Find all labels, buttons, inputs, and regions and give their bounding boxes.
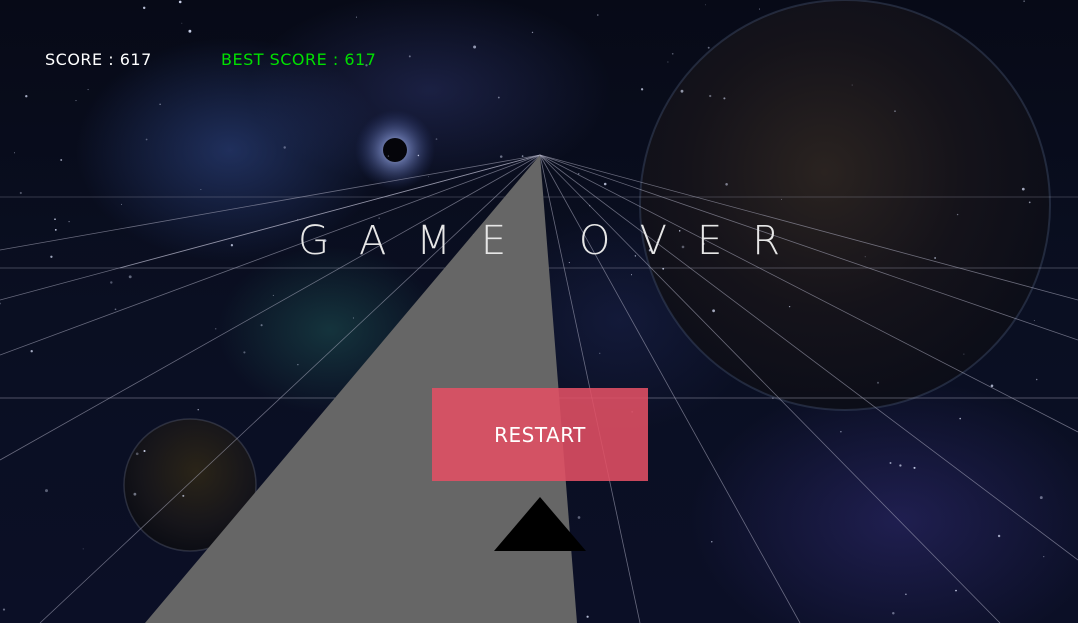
star	[640, 88, 644, 91]
star	[913, 466, 916, 469]
star	[840, 431, 842, 433]
star	[145, 138, 148, 141]
star	[963, 353, 965, 355]
star	[128, 275, 132, 279]
star	[521, 155, 524, 157]
star	[159, 103, 161, 106]
star	[1039, 496, 1043, 500]
star	[599, 352, 601, 354]
star	[428, 176, 429, 178]
game-scene	[0, 0, 1078, 623]
star	[877, 381, 879, 384]
black-hole	[383, 138, 407, 162]
star	[135, 452, 139, 456]
star	[197, 409, 199, 411]
star	[712, 309, 715, 313]
star	[82, 548, 84, 550]
star	[25, 95, 28, 98]
star	[499, 155, 503, 158]
star	[214, 328, 217, 330]
star	[892, 612, 895, 615]
star	[19, 191, 22, 195]
star	[1028, 201, 1031, 204]
star	[788, 305, 791, 308]
star	[182, 494, 185, 497]
star	[45, 489, 48, 493]
star	[711, 541, 713, 543]
star	[142, 6, 146, 10]
star	[110, 281, 113, 284]
star	[417, 154, 420, 157]
star	[603, 182, 607, 186]
star	[178, 0, 182, 4]
star	[1021, 187, 1025, 191]
star	[1033, 320, 1035, 321]
star	[780, 198, 782, 200]
star	[30, 350, 33, 353]
star	[997, 534, 1001, 538]
game-over-title: GAME OVER	[297, 218, 811, 264]
restart-button[interactable]: RESTART	[432, 388, 648, 481]
star	[297, 364, 299, 366]
star	[355, 16, 357, 18]
star	[87, 89, 89, 91]
star	[889, 462, 892, 464]
star	[260, 324, 263, 327]
star	[723, 97, 726, 100]
star	[586, 615, 589, 618]
star	[597, 14, 599, 16]
star	[1023, 0, 1025, 2]
star	[1035, 378, 1038, 381]
star	[899, 464, 902, 467]
star	[75, 100, 77, 102]
score-display: SCORE : 617	[45, 50, 152, 69]
star	[435, 138, 438, 140]
star	[1043, 555, 1045, 558]
star	[243, 351, 246, 354]
star	[725, 183, 728, 186]
star	[671, 52, 674, 55]
star	[143, 449, 146, 453]
star	[60, 159, 63, 161]
game-canvas: SCORE : 617 BEST SCORE : 617 GAME OVER R…	[0, 0, 1078, 623]
star	[894, 110, 896, 112]
star	[851, 84, 853, 86]
star	[0, 302, 1, 305]
star	[272, 294, 274, 296]
star	[352, 317, 354, 319]
star	[667, 61, 669, 63]
best-score-display: BEST SCORE : 617	[221, 50, 377, 69]
star	[680, 89, 684, 93]
star	[497, 96, 500, 99]
star	[2, 608, 6, 611]
star	[283, 146, 286, 149]
star	[990, 384, 994, 388]
star	[577, 516, 581, 519]
large-planet	[639, 0, 1051, 411]
star	[473, 45, 477, 49]
star	[133, 492, 137, 496]
star	[200, 188, 202, 190]
star	[758, 8, 761, 10]
star	[13, 152, 16, 154]
star	[408, 55, 411, 58]
star	[709, 94, 712, 98]
star	[955, 589, 957, 592]
star	[181, 22, 183, 24]
star	[956, 213, 959, 216]
star	[531, 31, 534, 34]
star	[114, 308, 117, 311]
star	[631, 274, 632, 276]
star	[905, 593, 907, 596]
star	[959, 417, 961, 420]
star	[705, 4, 706, 6]
star	[707, 46, 710, 49]
star	[120, 203, 123, 205]
star	[188, 29, 192, 33]
star	[387, 155, 390, 157]
